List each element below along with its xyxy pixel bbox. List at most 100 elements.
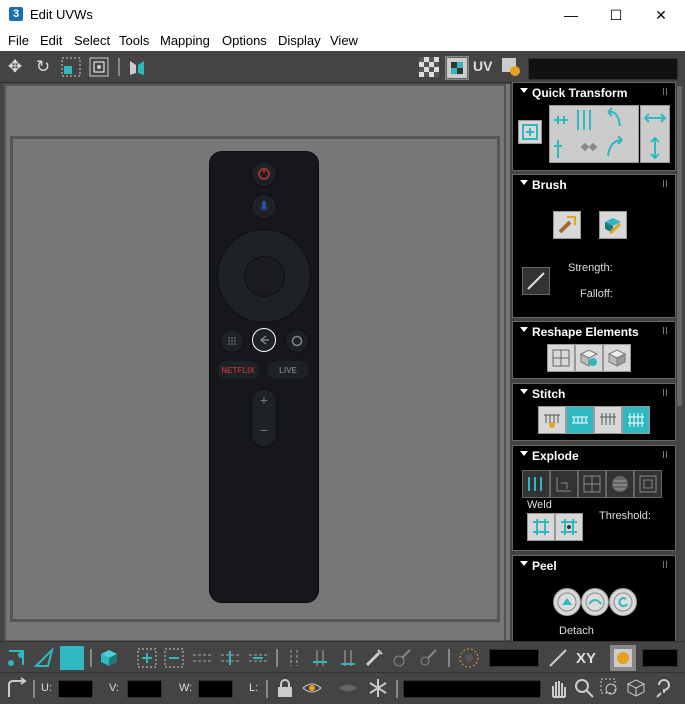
bottom-toolbar: XY	[0, 641, 685, 673]
reshape-elements-title[interactable]: Reshape Elements	[532, 325, 639, 339]
collapse-arrow-icon[interactable]	[520, 389, 528, 394]
coordinate-transform-icon[interactable]	[4, 676, 30, 702]
collapse-arrow-icon[interactable]	[520, 88, 528, 93]
edge-ring-icon[interactable]	[282, 646, 306, 670]
zoom-extents-icon[interactable]	[624, 677, 648, 699]
flatten-by-material-icon[interactable]	[606, 470, 634, 498]
shrink-brush-icon[interactable]	[416, 646, 440, 670]
grow-loop-icon[interactable]	[218, 646, 242, 670]
relax-icon[interactable]	[575, 344, 603, 372]
help-icon[interactable]	[652, 677, 676, 699]
quick-peel-icon[interactable]	[553, 588, 581, 616]
checker-map-icon[interactable]	[418, 56, 440, 78]
grip-icon[interactable]	[663, 180, 669, 187]
grip-icon[interactable]	[663, 451, 669, 458]
set-pivot-icon[interactable]	[518, 120, 542, 144]
shrink-loop-icon[interactable]	[246, 646, 270, 670]
uv-label[interactable]: UV	[473, 58, 492, 74]
close-button[interactable]: ✕	[638, 0, 684, 30]
stitch-average-icon[interactable]	[594, 406, 622, 434]
zoom-icon[interactable]	[572, 677, 596, 699]
move-icon[interactable]: ✥	[4, 56, 26, 78]
stitch-to-target-icon[interactable]	[566, 406, 594, 434]
falloff-curve-icon[interactable]	[522, 267, 550, 295]
freeze-icon[interactable]	[366, 677, 390, 699]
texture-dropdown[interactable]	[528, 58, 678, 80]
grip-icon[interactable]	[663, 327, 669, 334]
hide-show-icon[interactable]	[300, 677, 324, 699]
straighten-icon[interactable]	[547, 344, 575, 372]
collapse-arrow-icon[interactable]	[520, 561, 528, 566]
element-mode-icon[interactable]	[97, 646, 121, 670]
falloff-line-icon[interactable]	[546, 646, 570, 670]
relax-brush-icon[interactable]	[599, 211, 627, 239]
explode-title[interactable]: Explode	[532, 449, 579, 463]
minimize-button[interactable]: —	[548, 0, 594, 30]
grow-selection-icon[interactable]	[135, 646, 159, 670]
flatten-by-smoothing-icon[interactable]	[578, 470, 606, 498]
menu-options[interactable]: Options	[222, 33, 267, 48]
lock-icon[interactable]	[274, 677, 296, 699]
live-button-texture: LIVE	[267, 361, 309, 379]
quick-transform-title[interactable]: Quick Transform	[532, 86, 627, 100]
stitch-custom-icon[interactable]	[538, 406, 566, 434]
collapse-arrow-icon[interactable]	[520, 327, 528, 332]
panel-scrollbar[interactable]	[676, 82, 683, 638]
grip-icon[interactable]	[663, 88, 669, 95]
peel-mode-icon[interactable]	[581, 588, 609, 616]
grip-icon[interactable]	[663, 561, 669, 568]
menu-select[interactable]: Select	[74, 33, 110, 48]
menu-mapping[interactable]: Mapping	[160, 33, 210, 48]
maximize-button[interactable]: ☐	[593, 0, 639, 30]
pan-icon[interactable]	[546, 677, 570, 699]
edge-mode-icon[interactable]	[32, 646, 56, 670]
filter-dropdown[interactable]	[403, 680, 541, 698]
brush-title[interactable]: Brush	[532, 178, 567, 192]
w-field[interactable]	[198, 680, 233, 698]
stitch-to-source-icon[interactable]	[622, 406, 650, 434]
grip-icon[interactable]	[663, 389, 669, 396]
soft-selection-icon[interactable]	[457, 646, 481, 670]
vertex-mode-icon[interactable]	[4, 646, 28, 670]
flatten-by-polygon-angle-icon[interactable]	[634, 470, 662, 498]
menu-view[interactable]: View	[330, 33, 358, 48]
paint-move-brush-icon[interactable]	[553, 211, 581, 239]
uv-settings-icon[interactable]	[500, 56, 522, 78]
shrink-ring-icon[interactable]	[336, 646, 360, 670]
eye-icon[interactable]	[336, 677, 360, 699]
zoom-region-icon[interactable]	[598, 677, 622, 699]
xy-toggle[interactable]: XY	[572, 648, 600, 668]
paint-select-icon[interactable]	[362, 646, 386, 670]
enlarge-brush-icon[interactable]	[390, 646, 414, 670]
cube-icon[interactable]	[603, 344, 631, 372]
stitch-title[interactable]: Stitch	[532, 387, 565, 401]
scrollbar-thumb[interactable]	[677, 86, 682, 406]
grow-ring-icon[interactable]	[308, 646, 332, 670]
menu-file[interactable]: File	[8, 33, 29, 48]
soft-selection-value[interactable]	[489, 649, 539, 667]
collapse-arrow-icon[interactable]	[520, 180, 528, 185]
reset-peel-icon[interactable]	[609, 588, 637, 616]
face-mode-icon[interactable]	[60, 646, 84, 670]
menu-tools[interactable]: Tools	[119, 33, 149, 48]
freeform-icon[interactable]	[88, 56, 110, 78]
uv-viewport[interactable]: NETFLIX LIVE + −	[4, 84, 510, 642]
weld-target-icon[interactable]	[527, 513, 555, 541]
edge-loop-icon[interactable]	[190, 646, 214, 670]
weld-selected-icon[interactable]	[555, 513, 583, 541]
v-field[interactable]	[127, 680, 162, 698]
mirror-icon[interactable]	[126, 56, 148, 78]
menu-display[interactable]: Display	[278, 33, 321, 48]
uv-space-icon[interactable]	[610, 645, 636, 671]
explode-to-elements-icon[interactable]	[550, 470, 578, 498]
scale-icon[interactable]	[60, 56, 82, 78]
menu-edit[interactable]: Edit	[40, 33, 62, 48]
shrink-selection-icon[interactable]	[162, 646, 186, 670]
peel-title[interactable]: Peel	[532, 559, 557, 573]
u-field[interactable]	[58, 680, 93, 698]
texture-toggle-icon[interactable]	[445, 56, 469, 80]
break-icon[interactable]	[522, 470, 550, 498]
collapse-arrow-icon[interactable]	[520, 451, 528, 456]
rotate-icon[interactable]: ↻	[32, 56, 54, 78]
falloff-distance-field[interactable]	[642, 649, 678, 667]
